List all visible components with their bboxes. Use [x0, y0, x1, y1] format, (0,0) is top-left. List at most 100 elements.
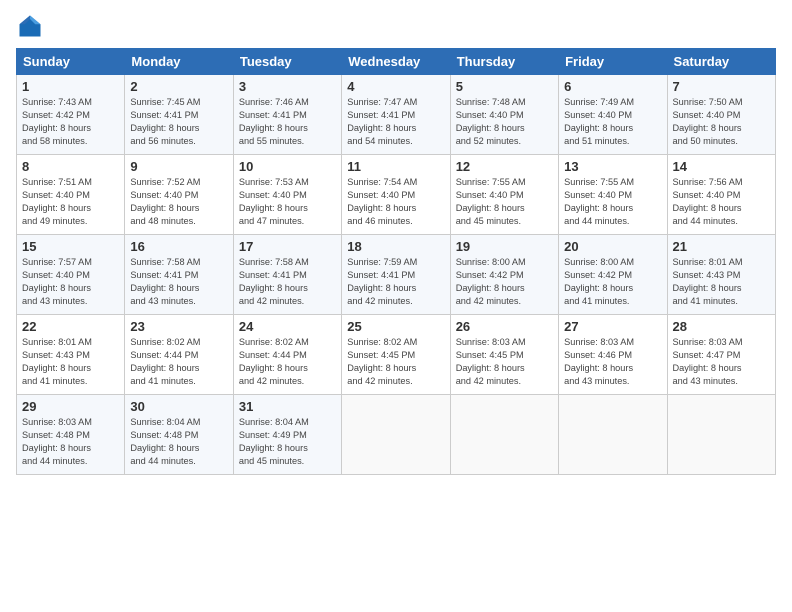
day-number: 3 — [239, 79, 336, 94]
calendar-cell: 22 Sunrise: 8:01 AM Sunset: 4:43 PM Dayli… — [17, 315, 125, 395]
day-number: 20 — [564, 239, 661, 254]
day-number: 17 — [239, 239, 336, 254]
day-number: 19 — [456, 239, 553, 254]
cell-info: Sunrise: 7:58 AM Sunset: 4:41 PM Dayligh… — [239, 256, 336, 308]
calendar-cell: 16Sunrise: 7:58 AM Sunset: 4:41 PM Dayli… — [125, 235, 233, 315]
day-number: 23 — [130, 319, 227, 334]
cell-info: Sunrise: 7:49 AM Sunset: 4:40 PM Dayligh… — [564, 96, 661, 148]
calendar-cell: 13 Sunrise: 7:55 AM Sunset: 4:40 PM Dayli… — [559, 155, 667, 235]
calendar-body: 1 Sunrise: 7:43 AM Sunset: 4:42 PM Daylig… — [17, 75, 776, 475]
cell-info: Sunrise: 8:04 AM Sunset: 4:49 PM Dayligh… — [239, 416, 336, 468]
calendar-cell: 5 Sunrise: 7:48 AM Sunset: 4:40 PM Daylig… — [450, 75, 558, 155]
weekday-header-cell: Thursday — [450, 49, 558, 75]
cell-info: Sunrise: 8:03 AM Sunset: 4:46 PM Dayligh… — [564, 336, 661, 388]
cell-info: Sunrise: 7:43 AM Sunset: 4:42 PM Dayligh… — [22, 96, 119, 148]
day-number: 14 — [673, 159, 770, 174]
day-number: 27 — [564, 319, 661, 334]
day-number: 13 — [564, 159, 661, 174]
day-number: 5 — [456, 79, 553, 94]
cell-info: Sunrise: 7:59 AM Sunset: 4:41 PM Dayligh… — [347, 256, 444, 308]
calendar-week-row: 8 Sunrise: 7:51 AM Sunset: 4:40 PM Daylig… — [17, 155, 776, 235]
day-number: 24 — [239, 319, 336, 334]
calendar-cell: 7 Sunrise: 7:50 AM Sunset: 4:40 PM Daylig… — [667, 75, 775, 155]
cell-info: Sunrise: 7:46 AM Sunset: 4:41 PM Dayligh… — [239, 96, 336, 148]
cell-info: Sunrise: 7:47 AM Sunset: 4:41 PM Dayligh… — [347, 96, 444, 148]
day-number: 29 — [22, 399, 119, 414]
calendar-cell: 14 Sunrise: 7:56 AM Sunset: 4:40 PM Dayli… — [667, 155, 775, 235]
calendar-cell: 31 Sunrise: 8:04 AM Sunset: 4:49 PM Dayli… — [233, 395, 341, 475]
calendar-cell: 18 Sunrise: 7:59 AM Sunset: 4:41 PM Dayli… — [342, 235, 450, 315]
calendar-cell: 12 Sunrise: 7:55 AM Sunset: 4:40 PM Dayli… — [450, 155, 558, 235]
cell-info: Sunrise: 7:50 AM Sunset: 4:40 PM Dayligh… — [673, 96, 770, 148]
calendar-cell: 3 Sunrise: 7:46 AM Sunset: 4:41 PM Daylig… — [233, 75, 341, 155]
cell-info: Sunrise: 8:03 AM Sunset: 4:48 PM Dayligh… — [22, 416, 119, 468]
day-number: 28 — [673, 319, 770, 334]
cell-info: Sunrise: 8:02 AM Sunset: 4:44 PM Dayligh… — [239, 336, 336, 388]
cell-info: Sunrise: 8:02 AM Sunset: 4:44 PM Dayligh… — [130, 336, 227, 388]
calendar-cell: 19 Sunrise: 8:00 AM Sunset: 4:42 PM Dayli… — [450, 235, 558, 315]
calendar-cell: 27 Sunrise: 8:03 AM Sunset: 4:46 PM Dayli… — [559, 315, 667, 395]
calendar-cell: 15Sunrise: 7:57 AM Sunset: 4:40 PM Dayli… — [17, 235, 125, 315]
weekday-header-cell: Monday — [125, 49, 233, 75]
calendar-cell: 6 Sunrise: 7:49 AM Sunset: 4:40 PM Daylig… — [559, 75, 667, 155]
calendar-cell: 21 Sunrise: 8:01 AM Sunset: 4:43 PM Dayli… — [667, 235, 775, 315]
calendar-cell — [559, 395, 667, 475]
day-number: 31 — [239, 399, 336, 414]
calendar-cell: 17 Sunrise: 7:58 AM Sunset: 4:41 PM Dayli… — [233, 235, 341, 315]
calendar-cell: 2Sunrise: 7:45 AM Sunset: 4:41 PM Daylig… — [125, 75, 233, 155]
cell-info: Sunrise: 8:00 AM Sunset: 4:42 PM Dayligh… — [456, 256, 553, 308]
day-number: 1 — [22, 79, 119, 94]
cell-info: Sunrise: 7:55 AM Sunset: 4:40 PM Dayligh… — [456, 176, 553, 228]
calendar-week-row: 22 Sunrise: 8:01 AM Sunset: 4:43 PM Dayli… — [17, 315, 776, 395]
calendar-week-row: 15Sunrise: 7:57 AM Sunset: 4:40 PM Dayli… — [17, 235, 776, 315]
day-number: 22 — [22, 319, 119, 334]
cell-info: Sunrise: 8:00 AM Sunset: 4:42 PM Dayligh… — [564, 256, 661, 308]
cell-info: Sunrise: 8:01 AM Sunset: 4:43 PM Dayligh… — [673, 256, 770, 308]
cell-info: Sunrise: 7:53 AM Sunset: 4:40 PM Dayligh… — [239, 176, 336, 228]
weekday-header-cell: Wednesday — [342, 49, 450, 75]
cell-info: Sunrise: 7:57 AM Sunset: 4:40 PM Dayligh… — [22, 256, 119, 308]
day-number: 4 — [347, 79, 444, 94]
cell-info: Sunrise: 7:51 AM Sunset: 4:40 PM Dayligh… — [22, 176, 119, 228]
weekday-header-cell: Friday — [559, 49, 667, 75]
cell-info: Sunrise: 8:02 AM Sunset: 4:45 PM Dayligh… — [347, 336, 444, 388]
day-number: 9 — [130, 159, 227, 174]
calendar-cell: 1 Sunrise: 7:43 AM Sunset: 4:42 PM Daylig… — [17, 75, 125, 155]
calendar-cell — [667, 395, 775, 475]
day-number: 10 — [239, 159, 336, 174]
header — [16, 12, 776, 40]
calendar-cell: 9 Sunrise: 7:52 AM Sunset: 4:40 PM Daylig… — [125, 155, 233, 235]
logo — [16, 12, 48, 40]
calendar-table: SundayMondayTuesdayWednesdayThursdayFrid… — [16, 48, 776, 475]
cell-info: Sunrise: 7:55 AM Sunset: 4:40 PM Dayligh… — [564, 176, 661, 228]
calendar-cell — [342, 395, 450, 475]
weekday-header-cell: Saturday — [667, 49, 775, 75]
page-container: SundayMondayTuesdayWednesdayThursdayFrid… — [0, 0, 792, 487]
cell-info: Sunrise: 8:03 AM Sunset: 4:47 PM Dayligh… — [673, 336, 770, 388]
weekday-header-row: SundayMondayTuesdayWednesdayThursdayFrid… — [17, 49, 776, 75]
day-number: 26 — [456, 319, 553, 334]
cell-info: Sunrise: 7:56 AM Sunset: 4:40 PM Dayligh… — [673, 176, 770, 228]
calendar-cell: 30Sunrise: 8:04 AM Sunset: 4:48 PM Dayli… — [125, 395, 233, 475]
calendar-cell: 25Sunrise: 8:02 AM Sunset: 4:45 PM Dayli… — [342, 315, 450, 395]
day-number: 21 — [673, 239, 770, 254]
day-number: 12 — [456, 159, 553, 174]
day-number: 7 — [673, 79, 770, 94]
weekday-header-cell: Tuesday — [233, 49, 341, 75]
calendar-cell: 29 Sunrise: 8:03 AM Sunset: 4:48 PM Dayli… — [17, 395, 125, 475]
day-number: 18 — [347, 239, 444, 254]
cell-info: Sunrise: 7:48 AM Sunset: 4:40 PM Dayligh… — [456, 96, 553, 148]
cell-info: Sunrise: 7:54 AM Sunset: 4:40 PM Dayligh… — [347, 176, 444, 228]
calendar-cell: 23 Sunrise: 8:02 AM Sunset: 4:44 PM Dayli… — [125, 315, 233, 395]
cell-info: Sunrise: 7:52 AM Sunset: 4:40 PM Dayligh… — [130, 176, 227, 228]
calendar-cell: 8 Sunrise: 7:51 AM Sunset: 4:40 PM Daylig… — [17, 155, 125, 235]
calendar-cell: 28 Sunrise: 8:03 AM Sunset: 4:47 PM Dayli… — [667, 315, 775, 395]
calendar-cell: 26Sunrise: 8:03 AM Sunset: 4:45 PM Dayli… — [450, 315, 558, 395]
calendar-cell: 24 Sunrise: 8:02 AM Sunset: 4:44 PM Dayli… — [233, 315, 341, 395]
day-number: 2 — [130, 79, 227, 94]
calendar-cell — [450, 395, 558, 475]
logo-icon — [16, 12, 44, 40]
cell-info: Sunrise: 8:01 AM Sunset: 4:43 PM Dayligh… — [22, 336, 119, 388]
day-number: 6 — [564, 79, 661, 94]
day-number: 8 — [22, 159, 119, 174]
